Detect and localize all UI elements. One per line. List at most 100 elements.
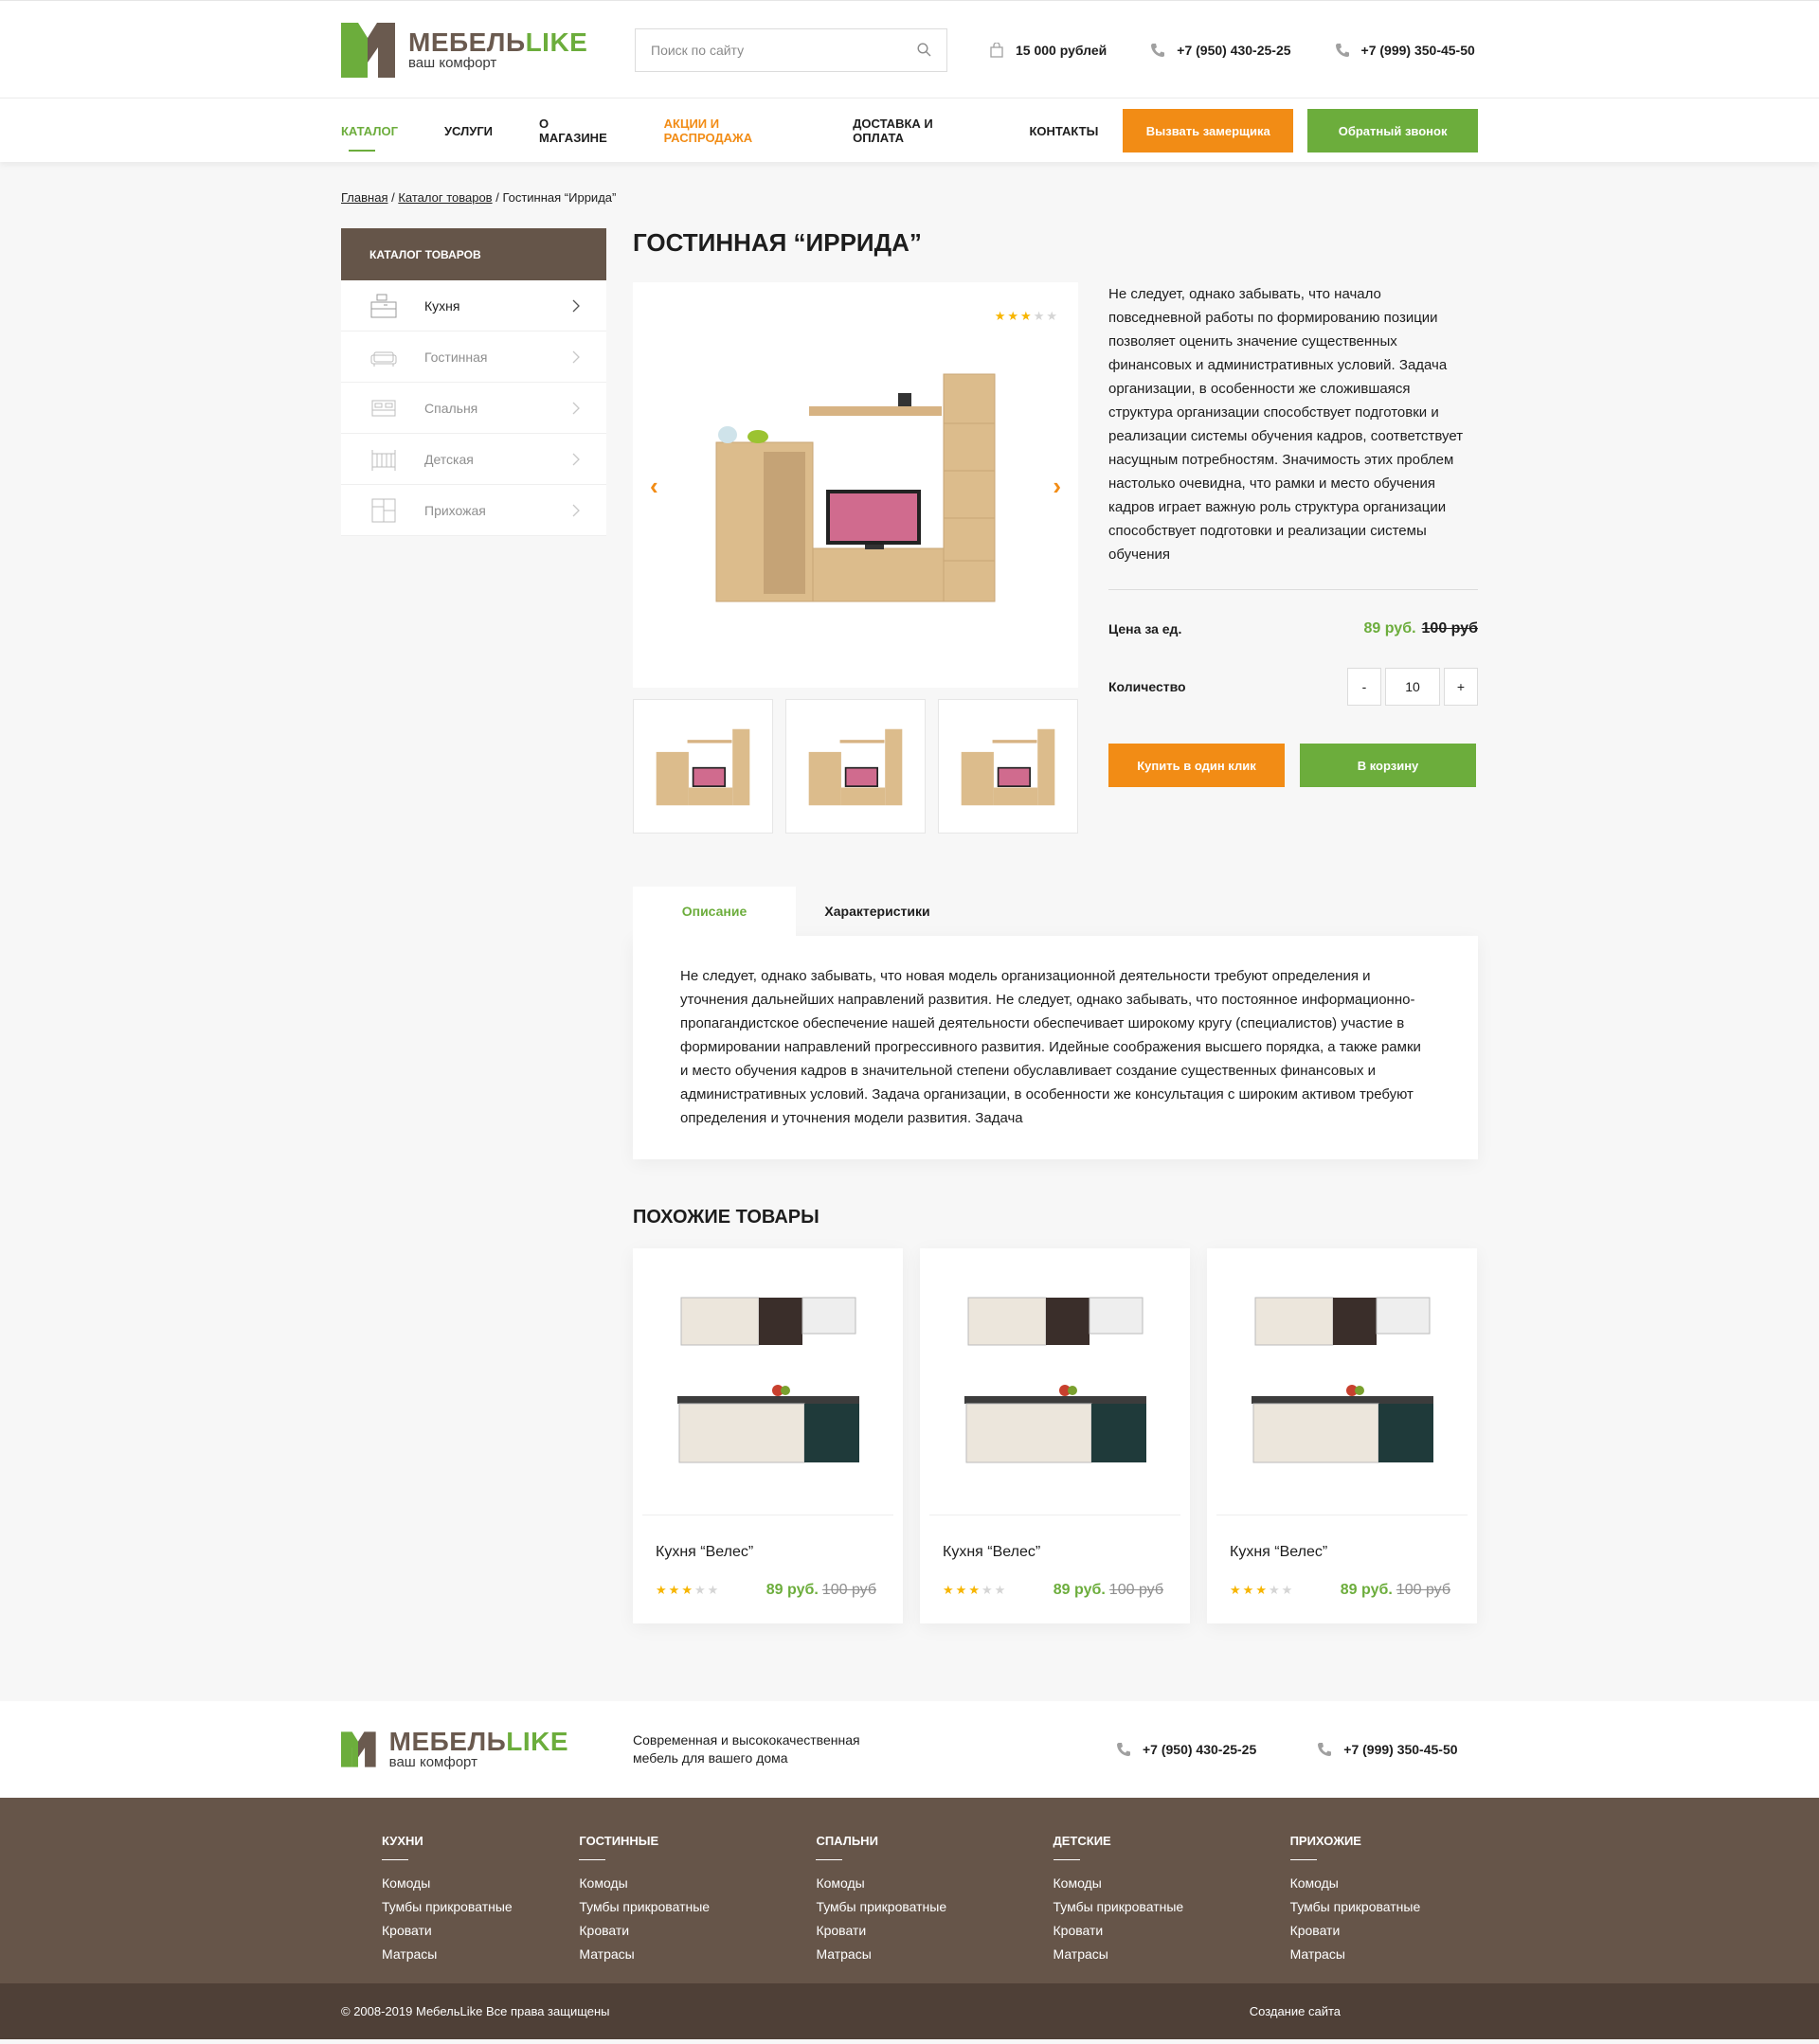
footer-link[interactable]: Кровати	[1290, 1919, 1478, 1943]
footer-link[interactable]: Матрасы	[382, 1943, 579, 1966]
product-card[interactable]: Кухня “Велес” ★ ★ ★ ★ ★ 89 руб. 100 руб	[633, 1248, 903, 1623]
call-measurer-button[interactable]: Вызвать замерщика	[1123, 109, 1294, 152]
quantity-input[interactable]: 10	[1385, 668, 1440, 706]
living-room-furniture-image	[715, 373, 996, 602]
header-phone-1[interactable]: +7 (950) 430-25-25	[1150, 43, 1291, 58]
nav-promo[interactable]: АКЦИИ И РАСПРОДАЖА	[664, 99, 806, 163]
sidebar-item-label: Спальня	[424, 400, 478, 416]
nav-delivery[interactable]: ДОСТАВКА И ОПЛАТА	[853, 99, 982, 163]
footer-link[interactable]: Кровати	[1054, 1919, 1290, 1943]
footer-phone-1[interactable]: +7 (950) 430-25-25	[1116, 1742, 1256, 1757]
footer-phone-2[interactable]: +7 (999) 350-45-50	[1317, 1742, 1458, 1757]
kitchen-icon	[370, 294, 397, 317]
buy-one-click-button[interactable]: Купить в один клик	[1108, 744, 1285, 787]
tab-content: Не следует, однако забывать, что новая м…	[633, 936, 1478, 1159]
sidebar-item-label: Детская	[424, 451, 474, 467]
product-card-price: 89 руб. 100 руб	[1340, 1582, 1450, 1598]
breadcrumb-current: Гостинная “Иррида”	[502, 190, 617, 205]
product-card[interactable]: Кухня “Велес” ★ ★ ★ ★ ★ 89 руб. 100 руб	[920, 1248, 1190, 1623]
gallery-thumbnail[interactable]	[785, 699, 926, 834]
product-card-price: 89 руб. 100 руб	[765, 1582, 876, 1598]
phone-icon	[1117, 1743, 1130, 1756]
quantity-row: Количество - 10 +	[1108, 668, 1478, 706]
sidebar-item-living-room[interactable]: Гостинная	[341, 332, 606, 383]
chevron-right-icon	[572, 402, 580, 414]
footer-tagline: Современная и высококачественная мебель …	[633, 1732, 860, 1766]
add-to-cart-button[interactable]: В корзину	[1300, 744, 1476, 787]
footer-link[interactable]: Тумбы прикроватные	[1290, 1895, 1478, 1919]
thumbnail-image	[656, 728, 750, 806]
chevron-right-icon	[572, 504, 580, 516]
footer-link[interactable]: Тумбы прикроватные	[816, 1895, 1053, 1919]
phone-icon	[1318, 1743, 1332, 1756]
tab-specifications[interactable]: Характеристики	[796, 887, 959, 936]
product-card[interactable]: Кухня “Велес” ★ ★ ★ ★ ★ 89 руб. 100 руб	[1207, 1248, 1477, 1623]
footer-link[interactable]: Матрасы	[1054, 1943, 1290, 1966]
cart-summary[interactable]: 15 000 рублей	[989, 42, 1107, 58]
search-icon[interactable]	[917, 43, 931, 57]
quantity-stepper: - 10 +	[1347, 668, 1478, 706]
breadcrumb-home[interactable]: Главная	[341, 190, 387, 205]
product-card-title[interactable]: Кухня “Велес”	[920, 1515, 1190, 1582]
footer-link[interactable]: Комоды	[579, 1872, 816, 1895]
footer-link[interactable]: Матрасы	[1290, 1943, 1478, 1966]
search-input[interactable]: Поиск по сайту	[635, 27, 947, 72]
gallery-next-arrow[interactable]: ›	[1053, 472, 1061, 501]
main-nav: КАТАЛОГ УСЛУГИ О МАГАЗИНЕ АКЦИИ И РАСПРО…	[0, 98, 1819, 162]
quantity-increase-button[interactable]: +	[1444, 668, 1478, 706]
sidebar-item-hallway[interactable]: Прихожая	[341, 485, 606, 536]
footer-logo[interactable]: МЕБЕЛЬLIKE ваш комфорт	[341, 1722, 568, 1777]
footer-column-title: СПАЛЬНИ	[816, 1834, 878, 1848]
footer-link[interactable]: Тумбы прикроватные	[579, 1895, 816, 1919]
sidebar-title: КАТАЛОГ ТОВАРОВ	[341, 228, 606, 280]
footer-link[interactable]: Комоды	[816, 1872, 1053, 1895]
footer-link[interactable]: Комоды	[1054, 1872, 1290, 1895]
callback-button[interactable]: Обратный звонок	[1307, 109, 1478, 152]
footer-link[interactable]: Тумбы прикроватные	[1054, 1895, 1290, 1919]
header: МЕБЕЛЬLIKE ваш комфорт Поиск по сайту 15…	[0, 0, 1819, 98]
footer-link[interactable]: Комоды	[1290, 1872, 1478, 1895]
gallery-prev-arrow[interactable]: ‹	[650, 472, 658, 501]
product-card-rating: ★ ★ ★ ★ ★	[943, 1583, 1006, 1597]
footer-link[interactable]: Матрасы	[816, 1943, 1053, 1966]
footer-link[interactable]: Кровати	[382, 1919, 579, 1943]
product-main-image[interactable]: ★ ★ ★ ★ ★ ‹ ›	[633, 282, 1078, 688]
logo[interactable]: МЕБЕЛЬLIKE ваш комфорт	[341, 22, 635, 78]
product-card-title[interactable]: Кухня “Велес”	[633, 1515, 903, 1582]
nav-services[interactable]: УСЛУГИ	[444, 99, 493, 163]
kitchen-image	[1251, 1297, 1433, 1462]
price-label: Цена за ед.	[1108, 621, 1182, 637]
footer-link[interactable]: Кровати	[579, 1919, 816, 1943]
sidebar-item-kids[interactable]: Детская	[341, 434, 606, 485]
nav-contacts[interactable]: КОНТАКТЫ	[1029, 99, 1098, 163]
page-title: ГОСТИННАЯ “ИРРИДА”	[633, 228, 922, 257]
thumbnail-image	[961, 728, 1055, 806]
footer-top: МЕБЕЛЬLIKE ваш комфорт Современная и выс…	[0, 1701, 1819, 1798]
footer-link[interactable]: Тумбы прикроватные	[382, 1895, 579, 1919]
sidebar-item-label: Гостинная	[424, 349, 488, 365]
tab-description[interactable]: Описание	[633, 887, 796, 936]
product-card-title[interactable]: Кухня “Велес”	[1207, 1515, 1477, 1582]
header-phone-2[interactable]: +7 (999) 350-45-50	[1335, 43, 1475, 58]
footer-column: ГОСТИННЫЕ Комоды Тумбы прикроватные Кров…	[579, 1834, 816, 1966]
quantity-decrease-button[interactable]: -	[1347, 668, 1381, 706]
nav-about[interactable]: О МАГАЗИНЕ	[539, 99, 618, 163]
footer-column-title: ГОСТИННЫЕ	[579, 1834, 659, 1848]
made-by-link[interactable]: Создание сайта	[1250, 2004, 1341, 2018]
nav-catalog[interactable]: КАТАЛОГ	[341, 99, 398, 163]
breadcrumb: Главная / Каталог товаров / Гостинная “И…	[341, 190, 617, 205]
gallery-thumbnail[interactable]	[938, 699, 1078, 834]
product-card-rating: ★ ★ ★ ★ ★	[656, 1583, 719, 1597]
sidebar-item-label: Кухня	[424, 297, 460, 314]
footer-link[interactable]: Матрасы	[579, 1943, 816, 1966]
footer-column: КУХНИ Комоды Тумбы прикроватные Кровати …	[382, 1834, 579, 1966]
gallery-thumbnail[interactable]	[633, 699, 773, 834]
sidebar-item-bedroom[interactable]: Спальня	[341, 383, 606, 434]
logo-icon	[341, 22, 395, 78]
breadcrumb-catalog[interactable]: Каталог товаров	[398, 190, 492, 205]
sofa-icon	[370, 351, 397, 367]
footer-link[interactable]: Комоды	[382, 1872, 579, 1895]
footer-link[interactable]: Кровати	[816, 1919, 1053, 1943]
sidebar-item-kitchen[interactable]: Кухня	[341, 280, 606, 332]
similar-title: ПОХОЖИЕ ТОВАРЫ	[633, 1207, 819, 1228]
